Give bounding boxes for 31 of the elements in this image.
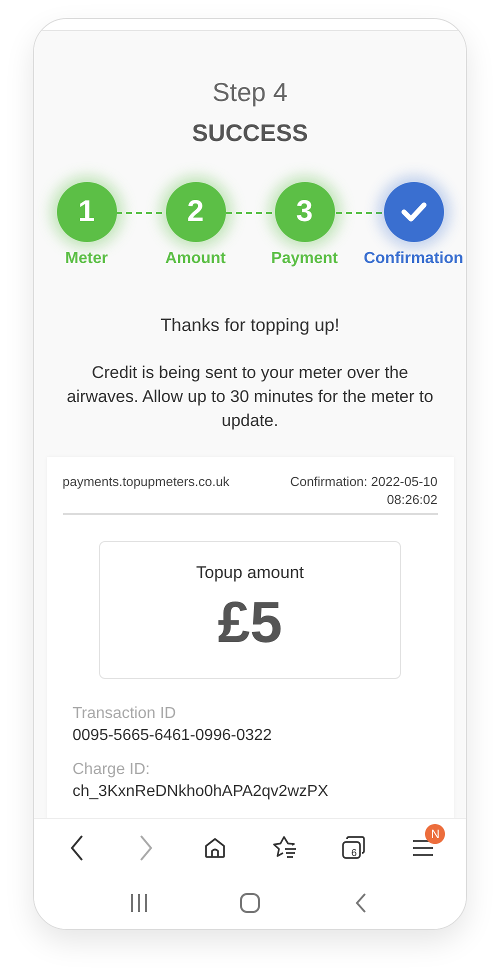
field-label: Charge ID:	[72, 761, 151, 779]
step-circle: 1	[56, 182, 116, 242]
amount-value: £5	[218, 589, 282, 656]
home-icon	[203, 836, 228, 860]
forward-icon	[138, 834, 154, 862]
step-circle: 2	[166, 182, 226, 242]
amount-label: Topup amount	[196, 563, 304, 583]
step-label: Payment	[271, 250, 338, 268]
back-icon	[68, 834, 85, 862]
tabs-button[interactable]: 6	[336, 830, 372, 866]
step-circle: 3	[274, 182, 334, 242]
tabs-icon	[340, 835, 367, 861]
back-icon	[354, 893, 367, 913]
home-square-icon	[240, 893, 260, 913]
page-title: SUCCESS	[192, 120, 308, 148]
notification-badge: N	[425, 824, 446, 844]
info-message: Credit is being sent to your meter over the airwaves. Allow up to 30 minutes for the meter to update.	[66, 362, 434, 432]
star-list-icon	[272, 835, 298, 861]
menu-icon	[412, 838, 434, 858]
check-icon	[400, 201, 426, 223]
step-label: Meter	[65, 250, 108, 268]
recents-icon	[129, 893, 150, 913]
confirmation-date: Confirmation: 2022-05-10 08:26:02	[289, 473, 438, 509]
field-value: 0095-5665-6461-0996-0322	[72, 727, 273, 745]
step-number: Step 4	[212, 77, 288, 108]
field-label: Transaction ID	[72, 705, 177, 723]
site-address: payments.topupmeters.co.uk	[62, 473, 230, 491]
step-label: Confirmation	[364, 250, 464, 268]
step-label: Amount	[165, 250, 226, 268]
thanks-message: Thanks for topping up!	[160, 315, 340, 336]
field-value: ch_3KxnReDNkho0hAPA2qv2wzPX	[72, 783, 330, 801]
